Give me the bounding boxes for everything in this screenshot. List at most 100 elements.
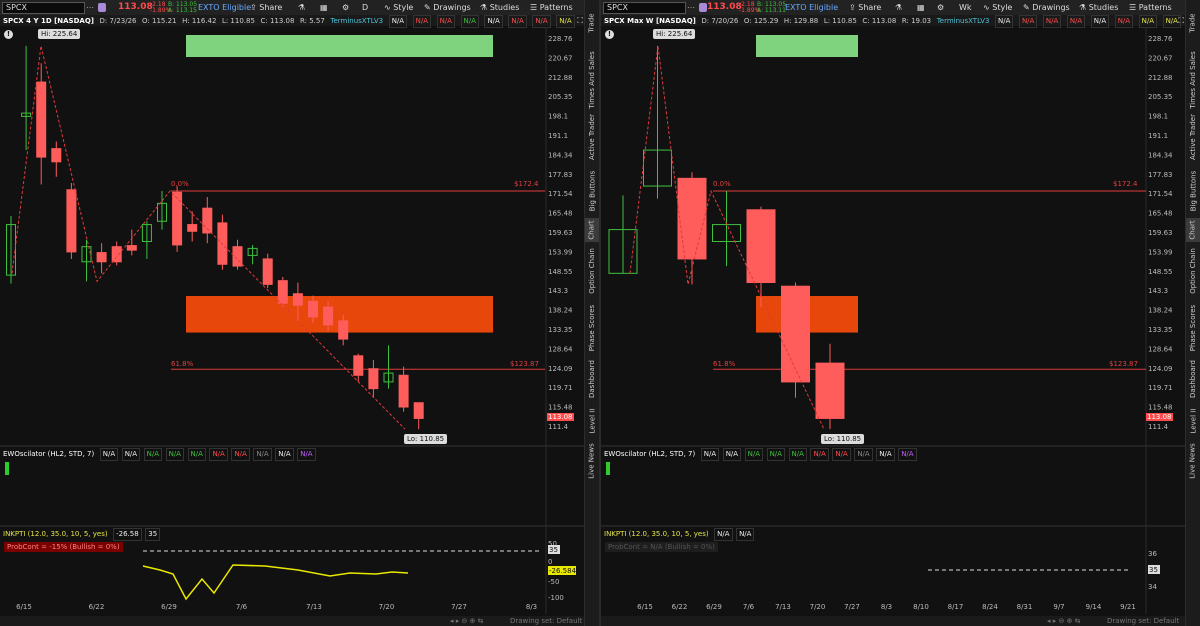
sidebar-tab-chart[interactable]: Chart	[1186, 218, 1200, 242]
ewo-value: N/A	[722, 448, 742, 461]
sidebar-tab-phase-scores[interactable]: Phase Scores	[1186, 304, 1200, 352]
fib-level-618-price: $123.87	[510, 360, 539, 368]
sidebar-tab-live-news[interactable]: Live News	[1186, 440, 1200, 482]
price-tick-label: 115.48	[1148, 404, 1173, 412]
sidebar-tab-label: Live News	[1189, 443, 1197, 479]
sidebar-tab-times-and-sales[interactable]: Times And Sales	[585, 44, 599, 116]
date-tick-label: 8/3	[526, 603, 537, 611]
candle-body	[353, 355, 364, 376]
nav-icons[interactable]: ◂ ▸ ⊖ ⊕ ⇆	[1047, 616, 1081, 626]
sidebar-tab-dashboard[interactable]: Dashboard	[1186, 356, 1200, 402]
low-callout: Lo: 110.85	[821, 434, 865, 444]
sidebar-tab-label: Chart	[588, 220, 596, 240]
price-tick-label: 124.09	[548, 365, 573, 373]
inkpti-header: INKPTI (12.0, 35.0, 10, 5, yes) -26.58 3…	[0, 528, 161, 541]
price-tick-label: 212.88	[1148, 74, 1173, 82]
price-tick-label: 165.48	[548, 210, 573, 218]
price-tick-label: 171.54	[1148, 190, 1173, 198]
price-tick-label: 191.1	[1148, 132, 1168, 140]
sidebar-tab-big-buttons[interactable]: Big Buttons	[585, 168, 599, 214]
sidebar-tab-dashboard[interactable]: Dashboard	[585, 356, 599, 402]
supply-zone	[186, 35, 493, 57]
ewo-value: N/A	[121, 448, 141, 461]
price-tick-label: 228.76	[1148, 35, 1173, 43]
sidebar-tab-option-chain[interactable]: Option Chain	[585, 244, 599, 298]
date-tick-label: 9/21	[1120, 603, 1136, 611]
nav-icons[interactable]: ◂ ▸ ⊖ ⊕ ⇆	[450, 616, 484, 626]
price-tick-label: 191.1	[548, 132, 568, 140]
price-tick-label: 171.54	[548, 190, 573, 198]
candle-body	[111, 246, 122, 263]
price-tick-label: 153.99	[1148, 248, 1173, 256]
probcont-label: ProbCont = N/A (Bullish = 0%)	[605, 542, 718, 552]
ewo-value: N/A	[832, 448, 851, 461]
candle-body	[746, 209, 776, 283]
price-tick-label: 119.71	[1148, 384, 1173, 392]
candle-body	[398, 374, 409, 408]
sidebar-tab-label: Phase Scores	[588, 304, 597, 352]
inkpti-value: -26.58	[113, 528, 142, 541]
price-tick-label: 205.35	[1148, 93, 1173, 101]
sidebar-tab-live-news[interactable]: Live News	[585, 440, 599, 482]
price-tick-label: 138.24	[1148, 307, 1173, 315]
price-tick-label: 212.88	[548, 74, 573, 82]
sidebar-tab-label: Active Trader	[588, 114, 597, 160]
ewo-header: EWOscilator (HL2, STD, 7) N/A N/A N/A N/…	[0, 448, 317, 461]
date-tick-label: 6/22	[672, 603, 688, 611]
sidebar-tab-times-and-sales[interactable]: Times And Sales	[1186, 44, 1200, 116]
ewo-value: N/A	[766, 448, 785, 461]
high-callout: Hi: 225.64	[653, 29, 696, 39]
sidebar-tab-label: Big Buttons	[588, 170, 597, 212]
candle-body	[677, 177, 707, 260]
sidebar-tab-level-ii[interactable]: Level II	[1186, 406, 1200, 436]
sidebar-tab-big-buttons[interactable]: Big Buttons	[1186, 168, 1200, 214]
date-tick-label: 7/6	[236, 603, 248, 611]
price-tick-label: 184.34	[548, 151, 573, 159]
sidebar-tab-active-trader[interactable]: Active Trader	[585, 110, 599, 164]
sidebar-tab-label: Active Trader	[1189, 114, 1198, 160]
sidebar-tab-label: Dashboard	[588, 360, 597, 398]
price-tick-label: 128.64	[548, 345, 573, 353]
sidebar-tab-label: Level II	[588, 408, 596, 434]
sidebar-tab-trade[interactable]: Trade	[585, 10, 599, 36]
sidebar-tab-label: Dashboard	[1189, 360, 1198, 398]
ewo-value: N/A	[187, 448, 206, 461]
price-tick-label: 115.48	[548, 404, 573, 412]
right-sidebar: Trade Times And Sales Active Trader Big But…	[1185, 0, 1200, 626]
price-tick-label: 228.76	[548, 35, 573, 43]
date-tick-label: 8/3	[881, 603, 892, 611]
right-sidebar: Trade Times And Sales Active Trader Big But…	[584, 0, 599, 626]
sidebar-tab-label: Times And Sales	[1189, 51, 1197, 109]
ewo-value: N/A	[165, 448, 184, 461]
sidebar-tab-chart[interactable]: Chart	[585, 218, 599, 242]
drawing-set-label[interactable]: Drawing set: Default	[1107, 616, 1179, 626]
ao-tick-label: 35	[549, 546, 558, 554]
candle-body	[262, 258, 273, 285]
date-tick-label: 7/13	[306, 603, 322, 611]
candle-body	[781, 285, 810, 383]
ewo-title: EWOscilator (HL2, STD, 7)	[604, 450, 696, 458]
fib-level-618-label: 61.8%	[713, 360, 736, 368]
ewo-value: N/A	[898, 448, 917, 461]
candle-body	[815, 362, 845, 419]
sidebar-tab-phase-scores[interactable]: Phase Scores	[585, 304, 599, 352]
ao-tick-label: 34	[1148, 583, 1157, 591]
price-tick-label: 165.48	[1148, 210, 1173, 218]
ewo-bar	[5, 462, 9, 475]
status-bar: ◂ ▸ ⊖ ⊕ ⇆ Drawing set: Default	[601, 616, 1186, 626]
price-tick-label: 198.1	[548, 113, 568, 121]
sidebar-tab-option-chain[interactable]: Option Chain	[1186, 244, 1200, 298]
sidebar-tab-label: Trade	[588, 13, 597, 33]
date-tick-label: 7/27	[451, 603, 467, 611]
low-callout: Lo: 110.85	[404, 434, 448, 444]
candle-body	[66, 189, 77, 253]
sidebar-tab-trade[interactable]: Trade	[1186, 10, 1200, 36]
sidebar-tab-active-trader[interactable]: Active Trader	[1186, 110, 1200, 164]
ewo-value: N/A	[143, 448, 163, 461]
inkpti-title: INKPTI (12.0, 35.0, 10, 5, yes)	[604, 530, 709, 538]
drawing-set-label[interactable]: Drawing set: Default	[510, 616, 582, 626]
inkpti-value: N/A	[736, 528, 755, 541]
sidebar-tab-level-ii[interactable]: Level II	[585, 406, 599, 436]
ao-tick-label: 0	[548, 558, 552, 566]
fib-level-618-price: $123.87	[1109, 360, 1138, 368]
